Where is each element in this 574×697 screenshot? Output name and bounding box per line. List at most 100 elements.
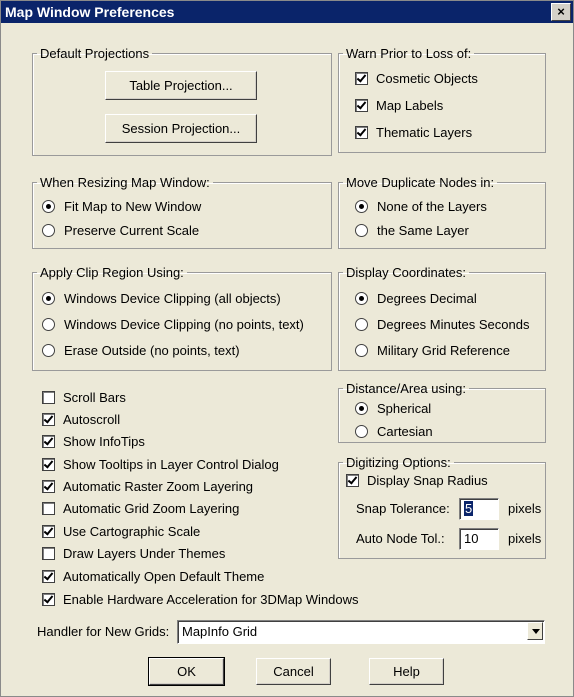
- fit-map-radio[interactable]: Fit Map to New Window: [42, 199, 201, 214]
- resizing-legend: When Resizing Map Window:: [40, 175, 210, 190]
- radio-button[interactable]: [355, 200, 368, 213]
- default-projections-legend: Default Projections: [40, 46, 150, 61]
- checkbox-box[interactable]: [346, 474, 359, 487]
- clip-no-points-label: Windows Device Clipping (no points, text…: [64, 317, 304, 332]
- draw-layers-under-themes-checkbox[interactable]: Draw Layers Under Themes: [42, 546, 225, 561]
- checkbox-box[interactable]: [355, 99, 368, 112]
- checkbox-box[interactable]: [42, 502, 55, 515]
- radio-button[interactable]: [42, 200, 55, 213]
- auto-node-tol-value: 10: [464, 531, 479, 546]
- preserve-scale-radio[interactable]: Preserve Current Scale: [42, 223, 199, 238]
- checkbox-box[interactable]: [355, 126, 368, 139]
- draw-layers-under-themes-label: Draw Layers Under Themes: [63, 546, 226, 561]
- snap-radius-checkbox[interactable]: Display Snap Radius: [346, 473, 488, 488]
- degrees-minutes-seconds-radio[interactable]: Degrees Minutes Seconds: [355, 317, 529, 332]
- radio-button[interactable]: [42, 292, 55, 305]
- military-grid-label: Military Grid Reference: [377, 343, 510, 358]
- snap-tolerance-input[interactable]: 5: [459, 498, 499, 520]
- cartographic-scale-checkbox[interactable]: Use Cartographic Scale: [42, 524, 200, 539]
- scroll-bars-label: Scroll Bars: [63, 390, 126, 405]
- none-of-layers-label: None of the Layers: [377, 199, 487, 214]
- checkbox-box[interactable]: [42, 391, 55, 404]
- checkbox-box[interactable]: [42, 593, 55, 606]
- preserve-scale-label: Preserve Current Scale: [64, 223, 200, 238]
- auto-node-tol-label: Auto Node Tol.:: [356, 531, 445, 546]
- cartographic-scale-label: Use Cartographic Scale: [63, 524, 201, 539]
- hardware-acceleration-checkbox[interactable]: Enable Hardware Acceleration for 3DMap W…: [42, 592, 359, 607]
- same-layer-radio[interactable]: the Same Layer: [355, 223, 469, 238]
- show-tooltips-label: Show Tooltips in Layer Control Dialog: [63, 457, 279, 472]
- dropdown-arrow-icon[interactable]: [527, 622, 543, 640]
- help-button[interactable]: Help: [369, 658, 444, 685]
- cartesian-label: Cartesian: [377, 424, 433, 439]
- checkbox-box[interactable]: [42, 570, 55, 583]
- erase-outside-label: Erase Outside (no points, text): [64, 343, 240, 358]
- fit-map-label: Fit Map to New Window: [64, 199, 202, 214]
- radio-button[interactable]: [355, 318, 368, 331]
- checkbox-box[interactable]: [42, 458, 55, 471]
- radio-button[interactable]: [355, 425, 368, 438]
- title-bar[interactable]: Map Window Preferences ×: [1, 1, 573, 23]
- map-labels-checkbox[interactable]: Map Labels: [355, 98, 443, 113]
- display-coordinates-legend: Display Coordinates:: [346, 265, 466, 280]
- erase-outside-radio[interactable]: Erase Outside (no points, text): [42, 343, 240, 358]
- spherical-label: Spherical: [377, 401, 432, 416]
- snap-radius-label: Display Snap Radius: [367, 473, 488, 488]
- military-grid-radio[interactable]: Military Grid Reference: [355, 343, 510, 358]
- degrees-decimal-label: Degrees Decimal: [377, 291, 477, 306]
- digitizing-options-legend: Digitizing Options:: [346, 455, 451, 470]
- radio-button[interactable]: [355, 402, 368, 415]
- cosmetic-objects-checkbox[interactable]: Cosmetic Objects: [355, 71, 478, 86]
- raster-zoom-checkbox[interactable]: Automatic Raster Zoom Layering: [42, 479, 253, 494]
- thematic-layers-label: Thematic Layers: [376, 125, 473, 140]
- show-tooltips-checkbox[interactable]: Show Tooltips in Layer Control Dialog: [42, 457, 279, 472]
- checkbox-box[interactable]: [42, 435, 55, 448]
- radio-button[interactable]: [355, 292, 368, 305]
- grid-handler-select[interactable]: MapInfo Grid: [177, 620, 545, 644]
- checkbox-box[interactable]: [42, 413, 55, 426]
- checkbox-box[interactable]: [42, 547, 55, 560]
- grid-zoom-checkbox[interactable]: Automatic Grid Zoom Layering: [42, 501, 239, 516]
- radio-button[interactable]: [42, 344, 55, 357]
- radio-button[interactable]: [355, 344, 368, 357]
- table-projection-button[interactable]: Table Projection...: [105, 71, 257, 100]
- radio-button[interactable]: [42, 224, 55, 237]
- window-title: Map Window Preferences: [5, 4, 175, 20]
- snap-tolerance-label: Snap Tolerance:: [356, 501, 450, 516]
- warn-prior-legend: Warn Prior to Loss of:: [346, 46, 472, 61]
- none-of-layers-radio[interactable]: None of the Layers: [355, 199, 487, 214]
- autoscroll-label: Autoscroll: [63, 412, 121, 427]
- radio-button[interactable]: [42, 318, 55, 331]
- cosmetic-objects-label: Cosmetic Objects: [376, 71, 478, 86]
- clip-all-objects-radio[interactable]: Windows Device Clipping (all objects): [42, 291, 281, 306]
- same-layer-label: the Same Layer: [377, 223, 469, 238]
- cartesian-radio[interactable]: Cartesian: [355, 424, 433, 439]
- ok-button[interactable]: OK: [148, 657, 225, 686]
- cancel-button[interactable]: Cancel: [256, 658, 331, 685]
- grid-handler-value: MapInfo Grid: [182, 624, 258, 639]
- spherical-radio[interactable]: Spherical: [355, 401, 431, 416]
- checkbox-box[interactable]: [42, 525, 55, 538]
- close-button[interactable]: ×: [551, 3, 571, 21]
- show-infotips-label: Show InfoTips: [63, 434, 145, 449]
- distance-area-legend: Distance/Area using:: [346, 381, 466, 396]
- checkbox-box[interactable]: [355, 72, 368, 85]
- hardware-acceleration-label: Enable Hardware Acceleration for 3DMap W…: [63, 592, 359, 607]
- session-projection-button[interactable]: Session Projection...: [105, 114, 257, 143]
- auto-node-tol-unit: pixels: [508, 531, 542, 546]
- auto-node-tol-input[interactable]: 10: [459, 528, 499, 550]
- thematic-layers-checkbox[interactable]: Thematic Layers: [355, 125, 472, 140]
- raster-zoom-label: Automatic Raster Zoom Layering: [63, 479, 254, 494]
- clip-no-points-radio[interactable]: Windows Device Clipping (no points, text…: [42, 317, 304, 332]
- autoscroll-checkbox[interactable]: Autoscroll: [42, 412, 120, 427]
- checkbox-box[interactable]: [42, 480, 55, 493]
- snap-tolerance-unit: pixels: [508, 501, 542, 516]
- map-window-preferences-dialog: Map Window Preferences × Default Project…: [0, 0, 574, 697]
- degrees-decimal-radio[interactable]: Degrees Decimal: [355, 291, 477, 306]
- show-infotips-checkbox[interactable]: Show InfoTips: [42, 434, 145, 449]
- snap-tolerance-value: 5: [464, 501, 474, 516]
- radio-button[interactable]: [355, 224, 368, 237]
- open-default-theme-checkbox[interactable]: Automatically Open Default Theme: [42, 569, 264, 584]
- scroll-bars-checkbox[interactable]: Scroll Bars: [42, 390, 126, 405]
- grid-zoom-label: Automatic Grid Zoom Layering: [63, 501, 240, 516]
